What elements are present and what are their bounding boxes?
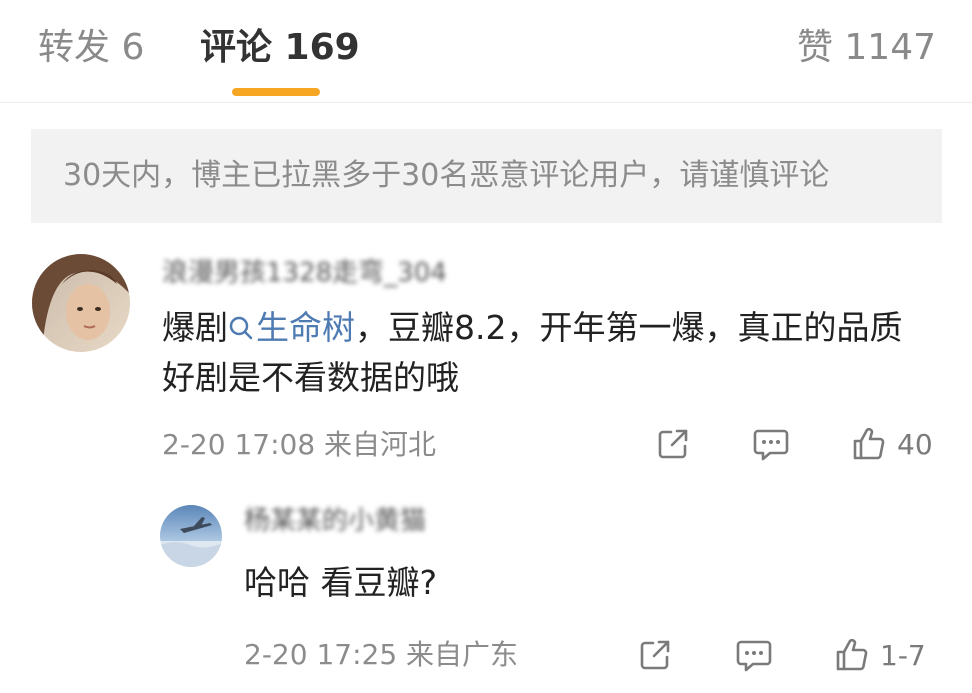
tab-bar: 转发 6 评论 169 赞 1147	[0, 0, 972, 103]
comment-button[interactable]	[752, 426, 790, 462]
topic-link[interactable]: 生命树	[228, 308, 355, 347]
comment-body: 爆剧 生命树，豆瓣8.2，开年第一爆，真正的品质好剧是不看数据的哦	[162, 303, 932, 403]
like-count: 40	[897, 427, 933, 461]
reply-body: 哈哈 看豆瓣?	[244, 563, 438, 602]
comments-page: 转发 6 评论 169 赞 1147 30天内，博主已拉黑多于30名恶意评论用户…	[0, 0, 972, 693]
comment-text-prefix: 爆剧	[162, 308, 228, 347]
avatar[interactable]	[32, 254, 130, 352]
tab-likes[interactable]: 赞 1147	[797, 26, 936, 70]
notice-text: 30天内，博主已拉黑多于30名恶意评论用户，请谨慎评论	[63, 158, 830, 193]
reply-like-count: 1-7	[880, 638, 926, 672]
blocked-users-notice: 30天内，博主已拉黑多于30名恶意评论用户，请谨慎评论	[31, 129, 942, 223]
reply-username[interactable]: 杨某某的小黄猫	[244, 506, 426, 536]
thumbs-up-icon	[836, 638, 868, 671]
active-tab-indicator	[232, 88, 320, 96]
share-icon	[658, 429, 688, 459]
comment-icon	[753, 429, 789, 461]
reply-like-button[interactable]: 1-7	[834, 637, 926, 673]
tab-comments[interactable]: 评论 169	[200, 26, 360, 70]
reply-comment-button[interactable]	[735, 637, 773, 673]
like-button[interactable]: 40	[851, 426, 933, 462]
comment-username[interactable]: 浪漫男孩1328走弯_304	[162, 258, 447, 288]
comment-icon	[736, 640, 772, 672]
topic-label: 生命树	[256, 308, 355, 347]
reply-timestamp: 2-20 17:25 来自广东	[244, 638, 519, 671]
avatar[interactable]	[160, 505, 222, 567]
tab-repost[interactable]: 转发 6	[38, 26, 144, 70]
share-button[interactable]	[655, 426, 691, 462]
comment-timestamp: 2-20 17:08 来自河北	[162, 428, 437, 461]
reply-share-button[interactable]	[637, 637, 673, 673]
search-icon	[229, 316, 253, 340]
thumbs-up-icon	[853, 427, 885, 460]
share-icon	[640, 640, 670, 670]
